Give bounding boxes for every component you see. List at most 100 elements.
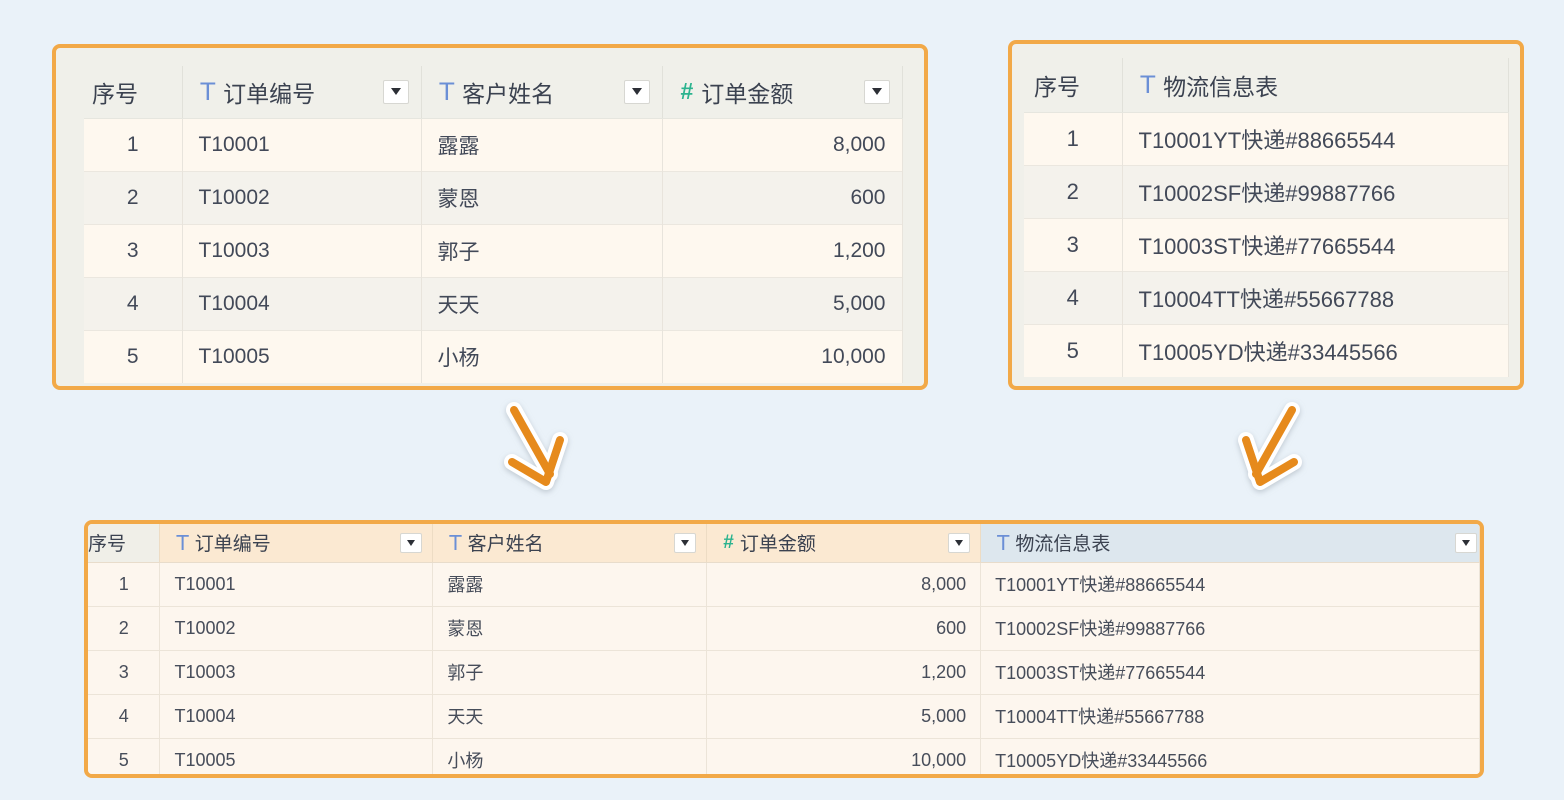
table-row[interactable]: 4 T10004TT快递#55667788	[1024, 270, 1509, 324]
amount-cell[interactable]: 8,000	[662, 117, 903, 171]
header-label: 客户姓名	[462, 80, 555, 107]
text-type-icon: T	[439, 77, 455, 106]
table-row[interactable]: 3 T10003 郭子 1,200 T10003ST快递#77665544	[88, 649, 1480, 694]
order-id-cell[interactable]: T10005	[182, 329, 422, 383]
orders-header-customer-name[interactable]: T 客户姓名	[421, 66, 663, 119]
table-row[interactable]: 1 T10001 露露 8,000 T10001YT快递#88665544	[88, 561, 1480, 606]
table-row[interactable]: 2 T10002SF快递#99887766	[1024, 164, 1509, 218]
text-type-icon: T	[1140, 70, 1156, 99]
logistics-info-cell[interactable]: T10002SF快递#99887766	[980, 605, 1480, 650]
header-label: 序号	[92, 80, 138, 107]
merged-header-seq: 序号	[88, 524, 161, 563]
merged-header-order-id[interactable]: T 订单编号	[159, 524, 434, 563]
row-index: 2	[88, 605, 161, 650]
customer-name-cell[interactable]: 露露	[421, 117, 663, 171]
order-id-cell[interactable]: T10001	[159, 561, 434, 606]
amount-cell[interactable]: 1,200	[706, 649, 982, 694]
table-row[interactable]: 4 T10004 天天 5,000 T10004TT快递#55667788	[88, 693, 1480, 738]
chevron-down-icon[interactable]	[948, 532, 971, 553]
arrow-down-right-icon	[504, 402, 568, 490]
order-id-cell[interactable]: T10005	[159, 737, 434, 774]
orders-header-row: 序号 T 订单编号 T 客户姓名 # 订单金额	[84, 66, 903, 119]
logistics-header-row: 序号 T 物流信息表	[1024, 58, 1509, 113]
orders-header-order-id[interactable]: T 订单编号	[182, 66, 422, 119]
amount-cell[interactable]: 600	[662, 170, 903, 224]
customer-name-cell[interactable]: 小杨	[432, 737, 708, 774]
order-id-cell[interactable]: T10001	[182, 117, 422, 171]
logistics-info-cell[interactable]: T10001YT快递#88665544	[980, 561, 1480, 606]
row-index: 5	[88, 737, 161, 774]
logistics-header-seq: 序号	[1024, 58, 1123, 113]
logistics-info-cell[interactable]: T10004TT快递#55667788	[1122, 270, 1509, 324]
text-type-icon: T	[997, 530, 1010, 555]
chevron-down-icon[interactable]	[674, 532, 697, 553]
chevron-down-icon[interactable]	[863, 79, 890, 104]
logistics-info-cell[interactable]: T10003ST快递#77665544	[1122, 217, 1509, 271]
chevron-down-icon[interactable]	[623, 79, 650, 104]
merged-header-logistics-info[interactable]: T 物流信息表	[980, 524, 1480, 563]
customer-name-cell[interactable]: 天天	[421, 276, 663, 330]
row-index: 5	[84, 329, 183, 383]
logistics-info-cell[interactable]: T10005YD快递#33445566	[980, 737, 1480, 774]
row-index: 5	[1024, 323, 1123, 377]
table-row[interactable]: 4 T10004 天天 5,000	[84, 276, 903, 330]
logistics-info-cell[interactable]: T10003ST快递#77665544	[980, 649, 1480, 694]
order-id-cell[interactable]: T10003	[159, 649, 434, 694]
table-row[interactable]: 5 T10005 小杨 10,000 T10005YD快递#33445566	[88, 737, 1480, 774]
customer-name-cell[interactable]: 蒙恩	[421, 170, 663, 224]
row-index: 4	[84, 276, 183, 330]
row-index: 2	[1024, 164, 1123, 218]
amount-cell[interactable]: 5,000	[706, 693, 982, 738]
table-row[interactable]: 1 T10001 露露 8,000	[84, 117, 903, 171]
chevron-down-icon[interactable]	[1455, 532, 1477, 553]
row-index: 1	[88, 561, 161, 606]
order-id-cell[interactable]: T10002	[159, 605, 434, 650]
logistics-info-cell[interactable]: T10002SF快递#99887766	[1122, 164, 1509, 218]
table-row[interactable]: 2 T10002 蒙恩 600 T10002SF快递#99887766	[88, 605, 1480, 650]
order-id-cell[interactable]: T10003	[182, 223, 422, 277]
amount-cell[interactable]: 8,000	[706, 561, 982, 606]
header-label: 物流信息表	[1163, 73, 1279, 100]
row-index: 1	[84, 117, 183, 171]
customer-name-cell[interactable]: 天天	[432, 693, 708, 738]
logistics-info-cell[interactable]: T10004TT快递#55667788	[980, 693, 1480, 738]
table-row[interactable]: 5 T10005YD快递#33445566	[1024, 323, 1509, 377]
text-type-icon: T	[200, 77, 216, 106]
customer-name-cell[interactable]: 小杨	[421, 329, 663, 383]
merged-header-amount[interactable]: # 订单金额	[706, 524, 982, 563]
chevron-down-icon[interactable]	[400, 532, 423, 553]
logistics-table-panel: 序号 T 物流信息表 1 T10001YT快递#88665544 2 T1000…	[1008, 40, 1524, 390]
row-index: 3	[88, 649, 161, 694]
order-id-cell[interactable]: T10004	[182, 276, 422, 330]
customer-name-cell[interactable]: 蒙恩	[432, 605, 708, 650]
logistics-info-cell[interactable]: T10005YD快递#33445566	[1122, 323, 1509, 377]
orders-header-amount[interactable]: # 订单金额	[662, 66, 903, 119]
table-row[interactable]: 1 T10001YT快递#88665544	[1024, 111, 1509, 165]
logistics-header-info[interactable]: T 物流信息表	[1122, 58, 1509, 113]
chevron-down-icon[interactable]	[382, 79, 409, 104]
number-type-icon: #	[680, 78, 694, 105]
amount-cell[interactable]: 600	[706, 605, 982, 650]
order-id-cell[interactable]: T10002	[182, 170, 422, 224]
table-row[interactable]: 3 T10003ST快递#77665544	[1024, 217, 1509, 271]
customer-name-cell[interactable]: 郭子	[421, 223, 663, 277]
orders-table-panel: 序号 T 订单编号 T 客户姓名 # 订单金额 1 T10001 露露 8,00…	[52, 44, 928, 390]
amount-cell[interactable]: 10,000	[706, 737, 982, 774]
amount-cell[interactable]: 10,000	[662, 329, 903, 383]
row-index: 2	[84, 170, 183, 224]
amount-cell[interactable]: 5,000	[662, 276, 903, 330]
merged-header-customer-name[interactable]: T 客户姓名	[432, 524, 708, 563]
customer-name-cell[interactable]: 郭子	[432, 649, 708, 694]
table-row[interactable]: 3 T10003 郭子 1,200	[84, 223, 903, 277]
customer-name-cell[interactable]: 露露	[432, 561, 708, 606]
amount-cell[interactable]: 1,200	[662, 223, 903, 277]
logistics-info-cell[interactable]: T10001YT快递#88665544	[1122, 111, 1509, 165]
header-label: 序号	[1034, 73, 1080, 100]
table-row[interactable]: 2 T10002 蒙恩 600	[84, 170, 903, 224]
order-id-cell[interactable]: T10004	[159, 693, 434, 738]
text-type-icon: T	[176, 530, 189, 555]
merged-table: 序号 T 订单编号 T 客户姓名 # 订单金额 T 物流信息表 1 T10001…	[88, 524, 1480, 774]
text-type-icon: T	[449, 530, 462, 555]
table-row[interactable]: 5 T10005 小杨 10,000	[84, 329, 903, 383]
row-index: 3	[1024, 217, 1123, 271]
